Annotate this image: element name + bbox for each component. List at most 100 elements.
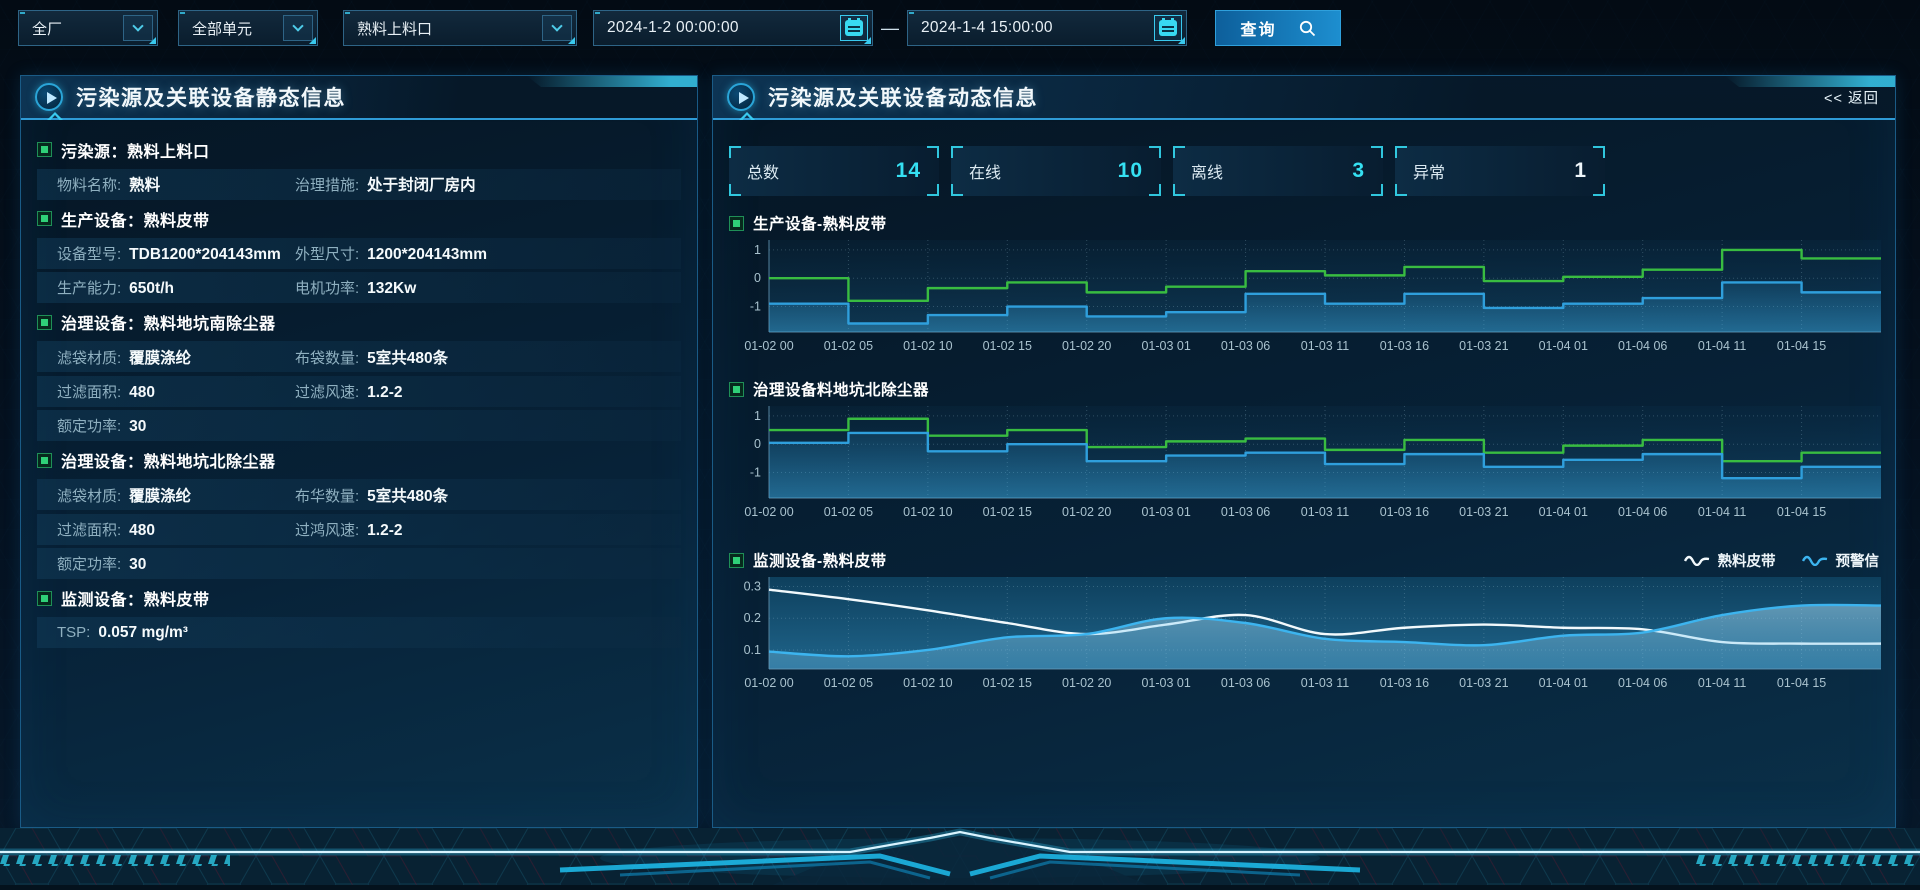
svg-text:01-03 11: 01-03 11	[1301, 505, 1349, 519]
top-filter-bar: 全厂 全部单元 熟料上料口 2024-1-2 00:00:00 — 2024-1…	[0, 0, 1920, 56]
svg-text:01-03 06: 01-03 06	[1221, 505, 1270, 519]
calendar-icon[interactable]	[840, 15, 868, 41]
dynamic-panel-body: 总数 14 在线 10 离线 3 异常 1	[713, 146, 1895, 692]
legend-item-belt[interactable]: 熟料皮带	[1684, 550, 1776, 571]
chevron-down-icon	[542, 15, 572, 41]
static-panel-header: 污染源及关联设备静态信息	[21, 76, 697, 120]
source-select[interactable]: 熟料上料口	[343, 10, 577, 46]
chart-block-production: 生产设备-熟料皮带 01-02 0001-02 0501-02 1001-02 …	[729, 211, 1879, 355]
svg-text:0: 0	[754, 271, 761, 285]
play-circle-icon	[727, 83, 755, 111]
svg-text:01-03 06: 01-03 06	[1221, 339, 1270, 353]
start-date-input[interactable]: 2024-1-2 00:00:00	[593, 10, 873, 46]
svg-text:-1: -1	[750, 300, 761, 314]
stat-value: 14	[896, 159, 921, 183]
calendar-icon[interactable]	[1154, 15, 1182, 41]
svg-text:01-04 11: 01-04 11	[1698, 505, 1746, 519]
field-value: 480	[129, 384, 155, 402]
field-value: 1.2-2	[367, 522, 402, 540]
field-value: 1.2-2	[367, 384, 402, 402]
svg-text:01-04 06: 01-04 06	[1618, 339, 1667, 353]
section-bullet-icon	[37, 591, 52, 606]
svg-text:01-02 10: 01-02 10	[903, 676, 952, 690]
field-label: 过滤面积:	[57, 519, 121, 540]
field-label: 设备型号:	[57, 243, 121, 264]
wave-icon	[1684, 554, 1710, 566]
section-title: 治理设备：熟料地坑北除尘器	[61, 448, 276, 472]
svg-text:01-03 21: 01-03 21	[1459, 505, 1508, 519]
stat-value: 1	[1574, 159, 1587, 183]
field-value: 处于封闭厂房内	[367, 173, 476, 195]
svg-text:01-04 01: 01-04 01	[1539, 339, 1588, 353]
info-row: 生产能力:650t/h 电机功率:132Kw	[37, 272, 681, 303]
back-button[interactable]: << 返回	[1824, 87, 1879, 108]
unit-select-value: 全部单元	[179, 18, 283, 39]
field-value: 熟料	[129, 173, 160, 195]
svg-text:01-02 20: 01-02 20	[1062, 339, 1111, 353]
svg-text:01-03 11: 01-03 11	[1301, 339, 1349, 353]
static-info-panel: 污染源及关联设备静态信息 污染源：熟料上料口 物料名称:熟料 治理措施:处于封闭…	[20, 75, 698, 828]
svg-text:01-02 00: 01-02 00	[744, 339, 793, 353]
field-value: 5室共480条	[367, 484, 448, 506]
end-date-value: 2024-1-4 15:00:00	[908, 19, 1154, 37]
unit-select[interactable]: 全部单元	[178, 10, 318, 46]
dynamic-panel-header: 污染源及关联设备动态信息 << 返回	[713, 76, 1895, 120]
svg-text:1: 1	[754, 243, 761, 257]
section-header-treatment-equipment-north: 治理设备：熟料地坑北除尘器	[37, 445, 681, 476]
stat-label: 在线	[969, 159, 1001, 183]
field-label: 额定功率:	[57, 415, 121, 436]
end-date-input[interactable]: 2024-1-4 15:00:00	[907, 10, 1187, 46]
section-bullet-icon	[37, 453, 52, 468]
svg-text:01-03 11: 01-03 11	[1301, 676, 1349, 690]
section-title: 监测设备：熟料皮带	[61, 586, 210, 610]
svg-text:01-03 06: 01-03 06	[1221, 676, 1270, 690]
svg-text:01-03 01: 01-03 01	[1141, 505, 1190, 519]
svg-text:01-02 20: 01-02 20	[1062, 505, 1111, 519]
info-row: 额定功率:30	[37, 548, 681, 579]
stat-total: 总数 14	[729, 146, 939, 196]
legend-label: 预警信	[1836, 550, 1880, 571]
svg-text:01-03 01: 01-03 01	[1141, 676, 1190, 690]
field-value: 1200*204143mm	[367, 246, 487, 264]
stat-abnormal: 异常 1	[1395, 146, 1605, 196]
section-header-treatment-equipment-south: 治理设备：熟料地坑南除尘器	[37, 307, 681, 338]
svg-text:01-04 01: 01-04 01	[1539, 505, 1588, 519]
stat-value: 10	[1118, 159, 1143, 183]
chart-block-treatment: 治理设备料地坑北除尘器 01-02 0001-02 0501-02 1001-0…	[729, 377, 1879, 521]
field-value: 132Kw	[367, 280, 416, 298]
section-title: 生产设备：熟料皮带	[61, 207, 210, 231]
chart-legend: 熟料皮带 预警信	[1684, 550, 1880, 571]
chart-title-production: 生产设备-熟料皮带	[753, 212, 887, 234]
legend-item-warning[interactable]: 预警信	[1802, 550, 1880, 571]
info-row: 设备型号:TDB1200*204143mm 外型尺寸:1200*204143mm	[37, 238, 681, 269]
stat-online: 在线 10	[951, 146, 1161, 196]
svg-text:01-02 10: 01-02 10	[903, 339, 952, 353]
svg-text:01-04 06: 01-04 06	[1618, 505, 1667, 519]
svg-text:01-02 00: 01-02 00	[744, 676, 793, 690]
svg-text:01-02 15: 01-02 15	[983, 339, 1032, 353]
corner-decoration	[1725, 76, 1895, 87]
field-value: 覆膜涤纶	[129, 346, 191, 368]
section-bullet-icon	[37, 315, 52, 330]
section-bullet-icon	[729, 216, 744, 231]
field-label: 外型尺寸:	[295, 243, 359, 264]
plant-select[interactable]: 全厂	[18, 10, 158, 46]
info-row: 滤袋材质:覆膜涤纶 布袋数量:5室共480条	[37, 341, 681, 372]
production-equipment-chart: 01-02 00 01-02 05 01-02 10 01-02 15 01-02 20…	[729, 235, 1881, 355]
field-label: 过滤风速:	[295, 381, 359, 402]
svg-text:01-02 05: 01-02 05	[824, 339, 873, 353]
query-button[interactable]: 查询	[1215, 10, 1341, 46]
section-bullet-icon	[37, 211, 52, 226]
corner-decoration	[527, 76, 697, 87]
query-button-label: 查询	[1240, 16, 1276, 40]
svg-text:01-02 20: 01-02 20	[1062, 676, 1111, 690]
info-row: TSP:0.057 mg/m³	[37, 617, 681, 648]
svg-text:01-03 16: 01-03 16	[1380, 339, 1429, 353]
svg-text:0.1: 0.1	[744, 643, 761, 657]
search-icon	[1299, 20, 1316, 37]
chevron-down-icon	[123, 15, 153, 41]
wave-icon	[1802, 554, 1828, 566]
svg-text:01-02 00: 01-02 00	[744, 505, 793, 519]
svg-text:0.2: 0.2	[744, 611, 761, 625]
chart-block-monitoring: 监测设备-熟料皮带 熟料皮带 预警信 01-02 0001-02 0501-02…	[729, 548, 1879, 692]
